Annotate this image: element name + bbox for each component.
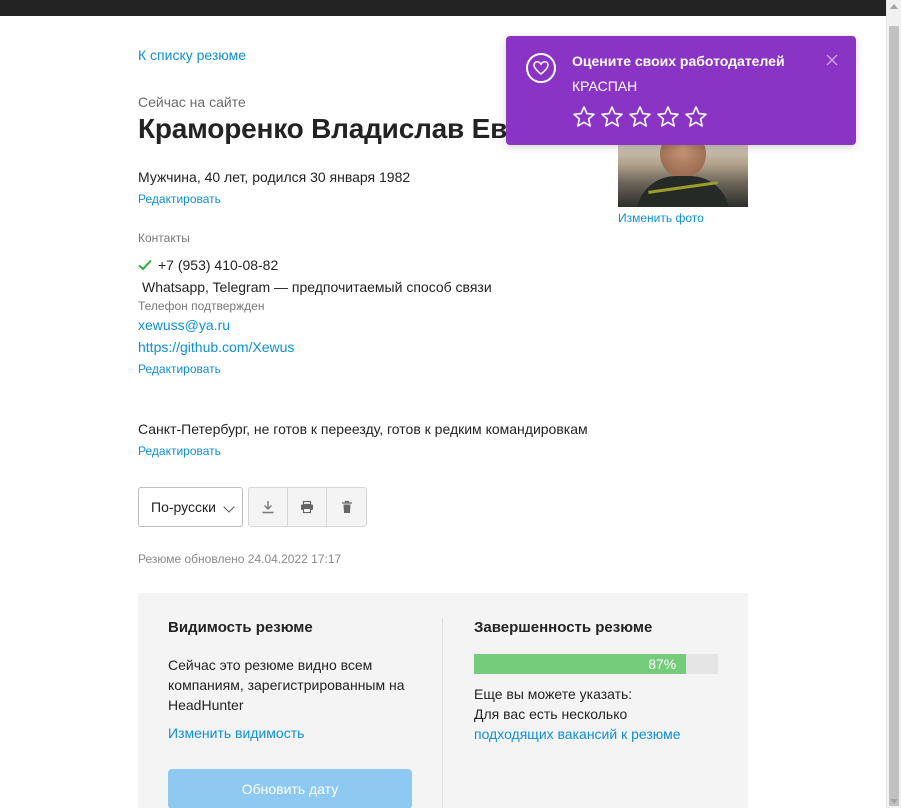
star-icon[interactable] xyxy=(572,105,596,129)
completeness-progress-fill: 87% xyxy=(474,654,687,674)
completeness-title: Завершенность резюме xyxy=(474,619,653,636)
star-icon[interactable] xyxy=(684,105,708,129)
scroll-down-arrow-icon[interactable] xyxy=(890,799,898,804)
scroll-thumb[interactable] xyxy=(889,26,899,806)
browser-top-bar xyxy=(0,0,886,16)
completeness-progress-bar: 87% xyxy=(474,654,718,674)
email-link[interactable]: xewuss@ya.ru xyxy=(138,317,230,333)
change-photo-link[interactable]: Изменить фото xyxy=(618,211,704,225)
resume-actions xyxy=(248,487,367,527)
visibility-description: Сейчас это резюме видно всем компаниям, … xyxy=(168,657,405,713)
change-visibility-link[interactable]: Изменить видимость xyxy=(168,725,304,741)
panel-divider xyxy=(442,618,443,808)
scroll-up-arrow-icon[interactable] xyxy=(890,4,898,9)
edit-location-link[interactable]: Редактировать xyxy=(138,444,221,458)
language-select[interactable]: По-русски xyxy=(138,487,243,527)
completeness-percent: 87% xyxy=(648,656,677,672)
trash-icon xyxy=(341,500,352,513)
vertical-scrollbar[interactable] xyxy=(886,0,901,808)
visibility-title: Видимость резюме xyxy=(168,619,313,636)
check-icon xyxy=(138,259,152,271)
toast-company-name: КРАСПАН xyxy=(572,78,638,94)
matching-vacancies-link[interactable]: подходящих вакансий к резюме xyxy=(474,726,681,742)
edit-contacts-link[interactable]: Редактировать xyxy=(138,362,221,376)
gender-age: Мужчина, 40 лет, родился 30 января 1982 xyxy=(138,169,411,185)
edit-personal-link[interactable]: Редактировать xyxy=(138,192,221,206)
update-date-button[interactable]: Обновить дату xyxy=(168,769,412,808)
download-icon xyxy=(262,501,274,514)
phone-row: +7 (953) 410-08-82 xyxy=(138,257,278,273)
profile-photo xyxy=(618,140,748,207)
phone-confirmed-note: Телефон подтвержден xyxy=(138,299,265,313)
location-text: Санкт-Петербург, не готов к переезду, го… xyxy=(138,421,588,437)
download-button[interactable] xyxy=(249,488,288,526)
rate-employer-toast: Оцените своих работодателей КРАСПАН xyxy=(506,36,856,145)
print-icon xyxy=(301,500,313,514)
back-to-resumes-link[interactable]: К списку резюме xyxy=(138,47,246,63)
preferred-contact: Whatsapp, Telegram — предпочитаемый спос… xyxy=(142,279,492,295)
toast-title: Оцените своих работодателей xyxy=(572,53,785,69)
close-icon[interactable] xyxy=(826,53,840,67)
phone-number: +7 (953) 410-08-82 xyxy=(158,257,279,273)
online-status: Сейчас на сайте xyxy=(138,94,246,110)
github-link[interactable]: https://github.com/Xewus xyxy=(138,339,294,355)
delete-button[interactable] xyxy=(327,488,366,526)
completeness-hint-line2: Для вас есть несколько xyxy=(474,706,628,722)
star-icon[interactable] xyxy=(600,105,624,129)
heart-icon xyxy=(526,53,556,83)
star-icon[interactable] xyxy=(656,105,680,129)
resume-updated-date: Резюме обновлено 24.04.2022 17:17 xyxy=(138,552,342,566)
completeness-hint-line1: Еще вы можете указать: xyxy=(474,686,633,702)
chevron-down-icon xyxy=(223,501,235,513)
print-button[interactable] xyxy=(288,488,327,526)
star-icon[interactable] xyxy=(628,105,652,129)
rating-stars xyxy=(572,105,708,129)
language-select-value: По-русски xyxy=(151,499,216,515)
contacts-label: Контакты xyxy=(138,231,190,245)
